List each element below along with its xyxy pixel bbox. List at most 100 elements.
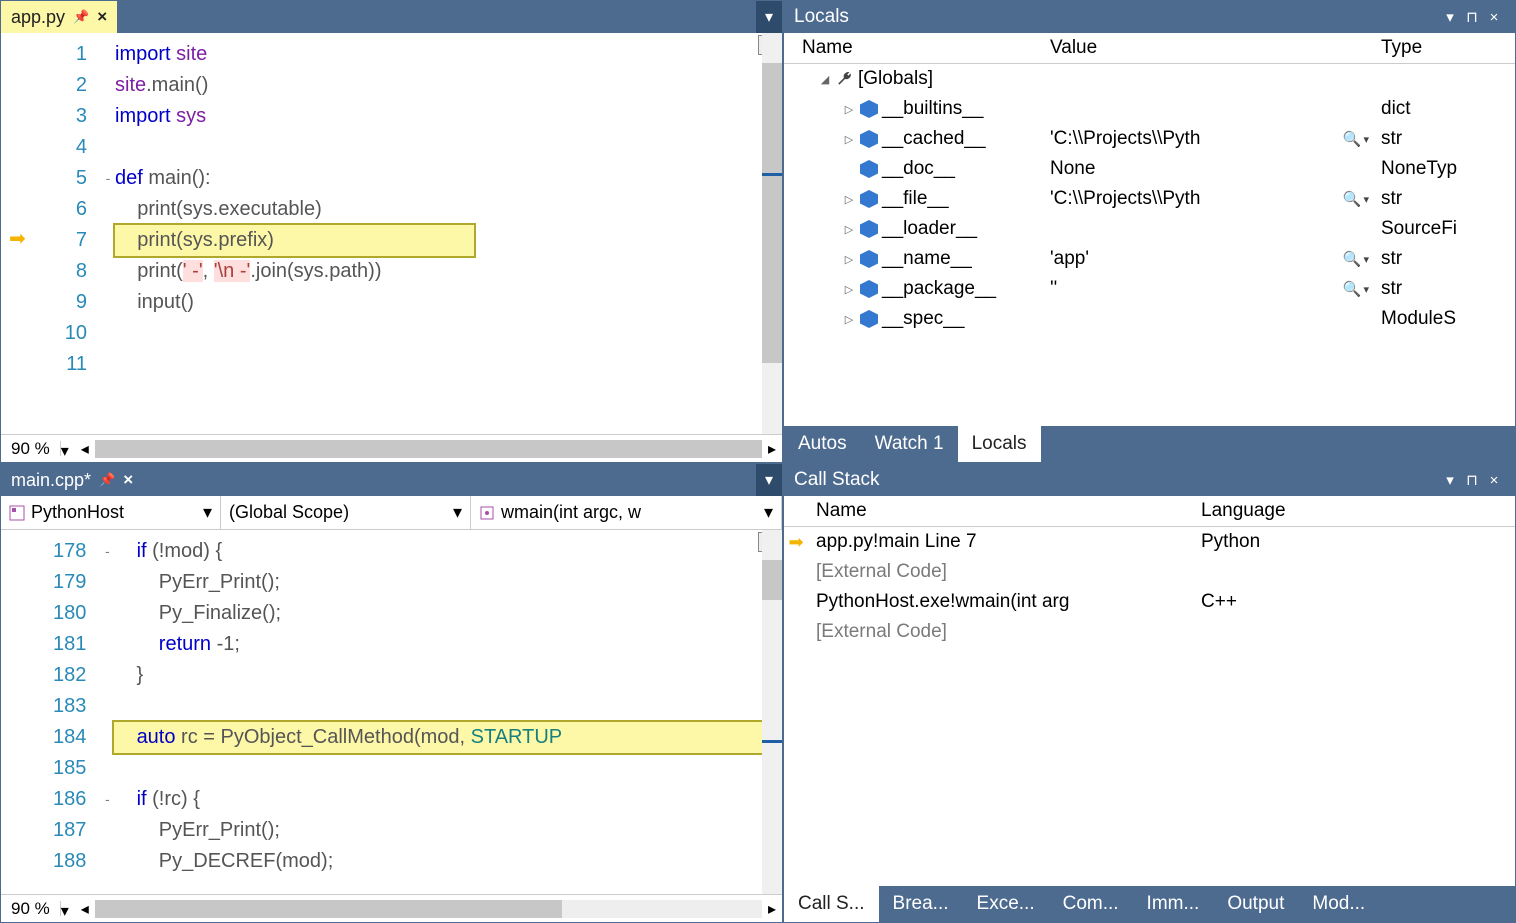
var-type: str <box>1375 188 1495 210</box>
tab-bar: app.py 📌 × ▾ <box>1 1 782 33</box>
visualizer-dropdown-icon[interactable]: ▾ <box>1363 193 1369 206</box>
frame-name: [External Code] <box>808 561 1195 583</box>
callstack-grid[interactable]: ➡app.py!main Line 7Python [External Code]… <box>784 527 1515 886</box>
tab-overflow-dropdown[interactable]: ▾ <box>756 464 782 496</box>
zoom-dropdown-icon[interactable]: ▾ <box>60 441 75 456</box>
locals-header[interactable]: Locals ▾ ⊓ × <box>784 1 1515 33</box>
bottom-tab[interactable]: Brea... <box>879 886 963 922</box>
horizontal-scrollbar[interactable] <box>95 900 762 918</box>
pin-icon[interactable]: ⊓ <box>1461 471 1483 489</box>
magnifier-icon[interactable]: 🔍 <box>1343 130 1362 148</box>
horizontal-scrollbar[interactable] <box>95 440 762 458</box>
bottom-tab[interactable]: Watch 1 <box>861 426 958 462</box>
expander-icon[interactable]: ▷ <box>842 103 856 116</box>
expander-icon[interactable]: ▷ <box>842 253 856 266</box>
bottom-tab[interactable]: Mod... <box>1298 886 1379 922</box>
callstack-frame[interactable]: PythonHost.exe!wmain(int argC++ <box>784 587 1515 617</box>
zoom-level[interactable]: 90 % <box>7 439 54 459</box>
vertical-scrollbar[interactable] <box>762 530 782 894</box>
bottom-tab[interactable]: Autos <box>784 426 861 462</box>
nav-function-dropdown[interactable]: wmain(int argc, w ▾ <box>471 496 782 529</box>
locals-var-row[interactable]: ▷__spec__ModuleS <box>784 304 1515 334</box>
locals-var-row[interactable]: ▷__cached__'C:\\Projects\\Pyth🔍▾str <box>784 124 1515 154</box>
close-icon[interactable]: × <box>97 7 107 27</box>
locals-var-row[interactable]: ▷__file__'C:\\Projects\\Pyth🔍▾str <box>784 184 1515 214</box>
col-value[interactable]: Value <box>1044 37 1375 59</box>
code-area[interactable]: import sitesite.main()import sys def mai… <box>115 33 762 434</box>
scroll-right-icon[interactable]: ▸ <box>768 439 776 459</box>
callstack-frame[interactable]: ➡app.py!main Line 7Python <box>784 527 1515 557</box>
col-language[interactable]: Language <box>1195 500 1495 522</box>
zoom-level[interactable]: 90 % <box>7 899 54 919</box>
locals-var-row[interactable]: ▷ __builtins__ dict <box>784 94 1515 124</box>
scroll-left-icon[interactable]: ◂ <box>81 899 89 919</box>
magnifier-icon[interactable]: 🔍 <box>1343 190 1362 208</box>
pin-icon[interactable]: 📌 <box>99 472 115 488</box>
frame-language: C++ <box>1195 591 1495 613</box>
callstack-frame[interactable]: [External Code] <box>784 557 1515 587</box>
close-icon[interactable]: × <box>1483 472 1505 489</box>
visualizer-dropdown-icon[interactable]: ▾ <box>1363 253 1369 266</box>
fold-gutter[interactable]: - - <box>100 530 114 894</box>
locals-root-row[interactable]: ◢ [Globals] <box>784 64 1515 94</box>
tab-main-cpp[interactable]: main.cpp* 📌 × <box>1 464 143 496</box>
callstack-header[interactable]: Call Stack ▾ ⊓ × <box>784 464 1515 496</box>
bottom-tab[interactable]: Exce... <box>963 886 1049 922</box>
nav-scope-dropdown[interactable]: (Global Scope) ▾ <box>221 496 471 529</box>
col-type[interactable]: Type <box>1375 37 1495 59</box>
magnifier-icon[interactable]: 🔍 <box>1343 250 1362 268</box>
editor-body[interactable]: ➡ 1234567891011 - import sitesite.main()… <box>1 33 782 434</box>
visualizer-dropdown-icon[interactable]: ▾ <box>1363 133 1369 146</box>
scroll-left-icon[interactable]: ◂ <box>81 439 89 459</box>
bottom-tab[interactable]: Locals <box>958 426 1041 462</box>
locals-tabs: AutosWatch 1Locals <box>784 426 1515 462</box>
locals-grid[interactable]: ◢ [Globals] ▷ __builtins__ dict ▷__cached__… <box>784 64 1515 426</box>
variable-icon <box>860 310 878 328</box>
pin-icon[interactable]: ⊓ <box>1461 8 1483 26</box>
bottom-tab[interactable]: Output <box>1213 886 1298 922</box>
callstack-title: Call Stack <box>794 469 880 491</box>
scroll-right-icon[interactable]: ▸ <box>768 899 776 919</box>
frame-name: PythonHost.exe!wmain(int arg <box>808 591 1195 613</box>
callstack-columns[interactable]: Name Language <box>784 496 1515 527</box>
locals-columns[interactable]: Name Value Type <box>784 33 1515 64</box>
editor-body[interactable]: 178179180181182183184185186187188 - - if… <box>1 530 782 894</box>
expander-icon[interactable]: ▷ <box>842 193 856 206</box>
tab-app-py[interactable]: app.py 📌 × <box>1 1 117 33</box>
expander-icon[interactable]: ▷ <box>842 313 856 326</box>
locals-var-row[interactable]: ▷__loader__SourceFi <box>784 214 1515 244</box>
zoom-dropdown-icon[interactable]: ▾ <box>60 901 75 916</box>
close-icon[interactable]: × <box>1483 9 1505 26</box>
bottom-tab[interactable]: Call S... <box>784 886 879 922</box>
fold-gutter[interactable]: - <box>101 33 115 434</box>
tab-overflow-dropdown[interactable]: ▾ <box>756 1 782 33</box>
magnifier-icon[interactable]: 🔍 <box>1343 280 1362 298</box>
frame-name: app.py!main Line 7 <box>808 531 1195 553</box>
callstack-pane: Call Stack ▾ ⊓ × Name Language ➡app.py!m… <box>783 463 1516 923</box>
breakpoint-gutter[interactable] <box>1 530 41 894</box>
vertical-scrollbar[interactable] <box>762 33 782 434</box>
var-name: __builtins__ <box>882 98 983 120</box>
breakpoint-gutter[interactable]: ➡ <box>1 33 41 434</box>
expander-icon[interactable]: ▷ <box>842 283 856 296</box>
expander-icon[interactable]: ▷ <box>842 223 856 236</box>
code-area[interactable]: if (!mod) { PyErr_Print(); Py_Finalize()… <box>114 530 762 894</box>
expander-icon[interactable]: ▷ <box>842 133 856 146</box>
expander-icon[interactable]: ◢ <box>818 73 832 86</box>
window-position-icon[interactable]: ▾ <box>1439 471 1461 489</box>
col-name[interactable]: Name <box>808 500 1195 522</box>
locals-var-row[interactable]: ▷__name__'app'🔍▾str <box>784 244 1515 274</box>
visualizer-dropdown-icon[interactable]: ▾ <box>1363 283 1369 296</box>
col-name[interactable]: Name <box>784 37 1044 59</box>
bottom-tab[interactable]: Imm... <box>1133 886 1214 922</box>
window-position-icon[interactable]: ▾ <box>1439 8 1461 26</box>
locals-var-row[interactable]: __doc__NoneNoneTyp <box>784 154 1515 184</box>
pin-icon[interactable]: 📌 <box>73 9 89 25</box>
close-icon[interactable]: × <box>123 470 133 490</box>
nav-project-dropdown[interactable]: PythonHost ▾ <box>1 496 221 529</box>
locals-var-row[interactable]: ▷__package__''🔍▾str <box>784 274 1515 304</box>
bottom-tab[interactable]: Com... <box>1049 886 1133 922</box>
locals-pane: Locals ▾ ⊓ × Name Value Type ◢ [Globals]… <box>783 0 1516 463</box>
callstack-frame[interactable]: [External Code] <box>784 617 1515 647</box>
var-type: dict <box>1375 98 1495 120</box>
